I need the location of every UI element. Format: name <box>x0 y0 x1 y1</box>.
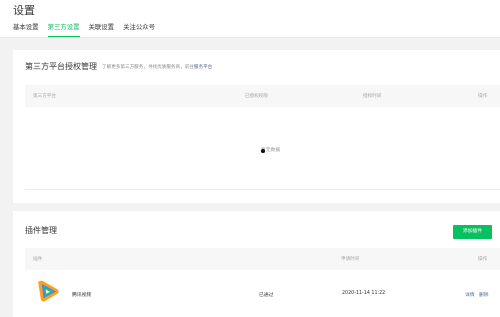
plugin-table-header: 插件 申请时间 操作 <box>25 248 500 270</box>
settings-tabs: 基本设置 第三方设置 关联设置 关注公众号 <box>13 23 164 37</box>
tab-basic-settings[interactable]: 基本设置 <box>13 23 39 37</box>
column-third-party-platform: 第三方平台 <box>33 94 56 99</box>
top-bar: 设置 基本设置 第三方设置 关联设置 关注公众号 <box>0 0 500 38</box>
plugin-status: 已通过 <box>259 293 274 298</box>
empty-state: 暂无数据 <box>25 107 500 190</box>
add-plugin-button[interactable]: 添加插件 <box>453 225 492 239</box>
third-party-auth-title: 第三方平台授权管理 <box>25 62 97 71</box>
cursor-dot-icon <box>261 149 265 153</box>
table-row: 腾讯视频 已通过 2020-11-14 11:22 详情 删除 <box>25 270 500 317</box>
tencent-video-logo-icon <box>38 280 59 302</box>
tab-follow-official-account[interactable]: 关注公众号 <box>123 23 155 37</box>
third-party-auth-description: 了解更多第三方服务，寻找优质服务商，前往服务平台 <box>102 64 212 70</box>
plugin-delete-link[interactable]: 删除 <box>479 291 489 298</box>
plugin-apply-time: 2020-11-14 11:22 <box>342 291 386 296</box>
plugin-details-link[interactable]: 详情 <box>465 291 475 298</box>
column-plugin: 插件 <box>33 257 43 262</box>
column-application-time: 申请时间 <box>341 257 360 262</box>
column-actions: 操作 <box>478 94 488 99</box>
column-authorized-permissions: 已授权权限 <box>245 94 268 99</box>
third-party-auth-card: 第三方平台授权管理 了解更多第三方服务，寻找优质服务商，前往服务平台 第三方平台… <box>13 50 500 203</box>
tab-association-settings[interactable]: 关联设置 <box>89 23 115 37</box>
plugin-name: 腾讯视频 <box>72 293 92 298</box>
tab-third-party-settings[interactable]: 第三方设置 <box>47 23 80 37</box>
column-authorization-time: 授权时间 <box>363 94 382 99</box>
column-plugin-actions: 操作 <box>478 257 488 262</box>
service-platform-link[interactable]: 服务平台 <box>194 65 212 70</box>
plugin-management-card: 插件管理 添加插件 插件 申请时间 操作 腾讯视频 已通过 2020-11-14… <box>13 211 500 317</box>
description-text: 了解更多第三方服务，寻找优质服务商，前往 <box>102 65 194 70</box>
page-title: 设置 <box>13 4 35 17</box>
third-party-table-header: 第三方平台 已授权权限 授权时间 操作 <box>25 85 500 107</box>
plugin-management-title: 插件管理 <box>25 226 57 235</box>
